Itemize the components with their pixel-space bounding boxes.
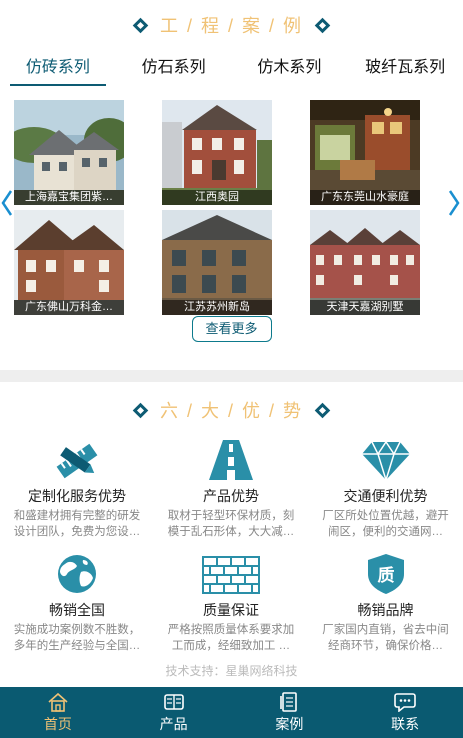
cases-title-text: 工 / 程 / 案 / 例 xyxy=(159,16,303,36)
diamond-icon xyxy=(314,17,331,33)
advantage-item: 定制化服务优势 和盛建材拥有完整的研发设计团队，免费为您设… xyxy=(0,438,154,538)
home-icon xyxy=(48,692,68,712)
nav-product[interactable]: 产品 xyxy=(116,687,232,738)
advantage-name: 畅销品牌 xyxy=(357,602,414,618)
nav-contact-label: 联系 xyxy=(391,715,420,732)
case-caption: 天津天嘉湖别墅 xyxy=(310,300,420,315)
nav-cases[interactable]: 案例 xyxy=(232,687,348,738)
advantage-item: 产品优势 取材于轻型环保材质，刻模于乱石形体，大大减… xyxy=(154,438,308,538)
advantage-item: 畅销全国 实施成功案例数不胜数，多年的生产经验与全国… xyxy=(0,552,154,652)
nav-home-label: 首页 xyxy=(43,715,72,732)
advantage-item: 交通便利优势 厂区所处位置优越，避开闹区，便利的交通网… xyxy=(308,438,463,538)
advantage-name: 定制化服务优势 xyxy=(28,488,126,504)
case-card[interactable]: 天津天嘉湖别墅 xyxy=(310,210,420,315)
tab-fiberglass-tile-series[interactable]: 玻纤瓦系列 xyxy=(347,50,463,86)
case-card[interactable]: 江西奥园 xyxy=(162,100,272,205)
case-caption: 广东佛山万科金… xyxy=(14,300,124,315)
advantage-name: 交通便利优势 xyxy=(343,488,428,504)
quality-glyph: 质 xyxy=(377,566,394,586)
advantage-desc: 取材于轻型环保材质，刻模于乱石形体，大大减… xyxy=(167,510,295,538)
nav-contact[interactable]: 联系 xyxy=(347,687,463,738)
case-caption: 广东东莞山水豪庭 xyxy=(310,190,420,205)
advantage-desc: 和盛建材拥有完整的研发设计团队，免费为您设… xyxy=(13,510,141,538)
advantage-name: 质量保证 xyxy=(203,602,259,618)
case-tabs: 仿砖系列 仿石系列 仿木系列 玻纤瓦系列 xyxy=(0,50,463,86)
cases-section: 工 / 程 / 案 / 例 仿砖系列 仿石系列 仿木系列 玻纤瓦系列 上海嘉宝集… xyxy=(0,0,463,342)
advantages-title-text: 六 / 大 / 优 / 势 xyxy=(159,401,303,421)
advantages-grid: 定制化服务优势 和盛建材拥有完整的研发设计团队，免费为您设… 产品优势 取材于轻… xyxy=(0,438,463,652)
bottom-nav: 首页 产品 案例 联系 xyxy=(0,687,463,738)
advantage-desc: 实施成功案例数不胜数，多年的生产经验与全国… xyxy=(13,624,141,652)
advantage-name: 产品优势 xyxy=(203,488,259,504)
advantage-name: 畅销全国 xyxy=(49,602,105,618)
diamond-icon xyxy=(132,402,149,418)
case-card[interactable]: 广东佛山万科金… xyxy=(14,210,124,315)
case-card[interactable]: 江苏苏州新岛 xyxy=(162,210,272,315)
view-more-button[interactable]: 查看更多 xyxy=(191,316,272,342)
more-wrap: 查看更多 xyxy=(0,316,463,342)
quality-shield-icon: 质 xyxy=(367,554,404,594)
nav-home[interactable]: 首页 xyxy=(0,687,116,738)
case-card[interactable]: 广东东莞山水豪庭 xyxy=(310,100,420,205)
contact-icon xyxy=(394,692,416,712)
case-caption: 江苏苏州新岛 xyxy=(162,300,272,315)
diamond-icon xyxy=(314,402,331,418)
diamond-icon xyxy=(361,442,410,480)
case-gallery: 上海嘉宝集团紫… 江西奥园 广东东莞山水豪庭 广东佛山万科金… 江苏苏州新岛 天… xyxy=(0,100,463,316)
nav-cases-label: 案例 xyxy=(275,715,304,732)
nav-product-label: 产品 xyxy=(159,715,188,732)
case-card[interactable]: 上海嘉宝集团紫… xyxy=(14,100,124,205)
brick-wall-icon xyxy=(202,556,260,594)
globe-icon xyxy=(58,555,96,593)
next-arrow-icon[interactable] xyxy=(447,188,461,218)
case-caption: 上海嘉宝集团紫… xyxy=(14,190,124,205)
tab-wood-series[interactable]: 仿木系列 xyxy=(232,50,348,86)
cases-section-title: 工 / 程 / 案 / 例 xyxy=(0,0,463,50)
product-icon xyxy=(163,693,184,710)
advantage-desc: 厂区所处位置优越，避开闹区，便利的交通网… xyxy=(322,510,449,538)
tech-support-text: 技术支持：星巢网络科技 xyxy=(165,664,298,678)
pencil-ruler-icon xyxy=(56,443,98,479)
case-icon xyxy=(280,691,298,712)
advantage-item: 质 畅销品牌 厂家国内直销，省去中间经商环节，确保价格… xyxy=(308,552,463,652)
advantages-section-title: 六 / 大 / 优 / 势 xyxy=(0,385,463,435)
advantage-desc: 厂家国内直销，省去中间经商环节，确保价格… xyxy=(322,624,449,652)
tab-stone-series[interactable]: 仿石系列 xyxy=(116,50,232,86)
tab-brick-series[interactable]: 仿砖系列 xyxy=(0,50,116,86)
case-caption: 江西奥园 xyxy=(162,190,272,205)
prev-arrow-icon[interactable] xyxy=(0,188,14,218)
diamond-icon xyxy=(132,17,149,33)
road-icon xyxy=(209,440,253,480)
advantage-item: 质量保证 严格按照质量体系要求加工而成，经细致加工 … xyxy=(154,552,308,652)
section-divider xyxy=(0,370,463,382)
advantage-desc: 严格按照质量体系要求加工而成，经细致加工 … xyxy=(167,624,295,652)
